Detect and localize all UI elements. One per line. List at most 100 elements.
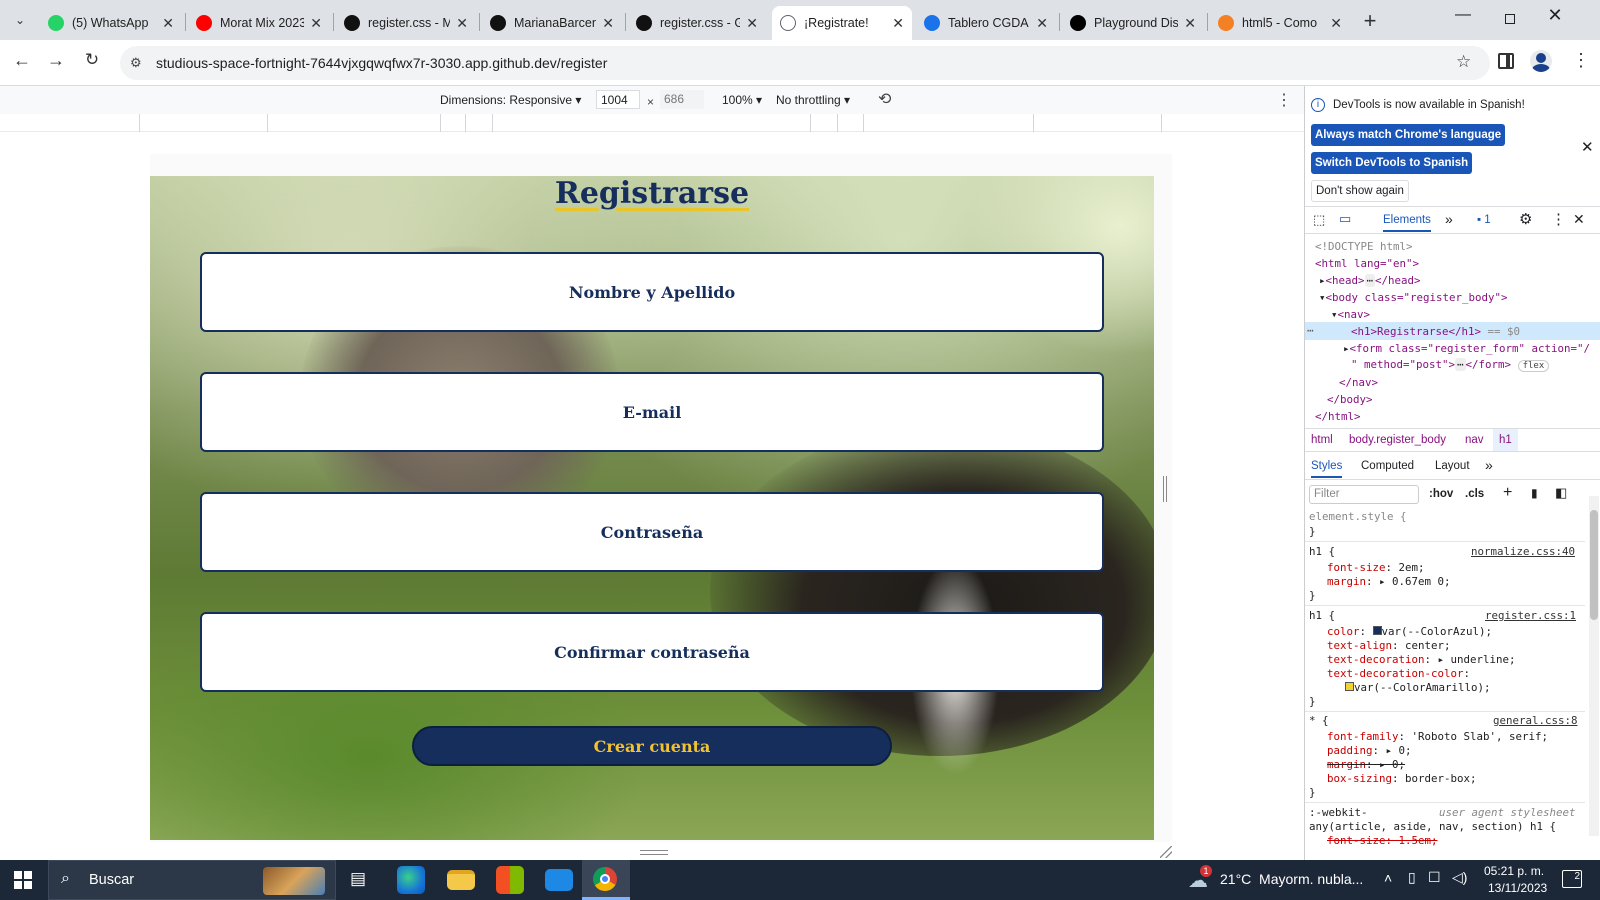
inspect-element-icon[interactable]: ⬚ [1313, 212, 1325, 228]
dom-node-html[interactable]: <html lang="en"> [1315, 257, 1419, 270]
rule3-selector[interactable]: * { [1309, 714, 1329, 727]
resize-handle-right[interactable] [1163, 476, 1167, 502]
dom-node-nav-close[interactable]: </nav> [1339, 376, 1378, 389]
dont-show-again-button[interactable]: Don't show again [1311, 180, 1409, 202]
rule4-selector-cont[interactable]: any(article, aside, nav, section) h1 { [1309, 820, 1556, 833]
browser-tab[interactable]: Tablero CGDA ✕ [916, 6, 1056, 40]
network-icon[interactable]: ☐ [1428, 869, 1441, 886]
back-button[interactable]: ← [10, 50, 34, 74]
dom-node-form[interactable]: ▸<form class="register_form" action="/ [1343, 342, 1590, 355]
close-tab-icon[interactable]: ✕ [162, 15, 174, 32]
more-tabs-icon[interactable]: » [1445, 211, 1453, 227]
browser-tab[interactable]: MarianaBarcen ✕ [482, 6, 622, 40]
breadcrumb-nav[interactable]: nav [1465, 434, 1484, 446]
width-input[interactable]: 1004 [596, 90, 640, 109]
address-bar[interactable]: ⚙ studious-space-fortnight-7644vjxgqwqfw… [120, 46, 1490, 80]
close-tab-icon[interactable]: ✕ [892, 15, 904, 32]
new-tab-button[interactable]: + [1356, 7, 1384, 35]
close-tab-icon[interactable]: ✕ [602, 15, 614, 32]
height-input[interactable]: 686 [660, 90, 704, 109]
new-style-rule-icon[interactable]: + [1503, 484, 1512, 502]
browser-tab[interactable]: Playground Dis ✕ [1062, 6, 1204, 40]
browser-tab[interactable]: Morat Mix 2023 ✕ [188, 6, 330, 40]
create-account-button[interactable]: Crear cuenta [412, 726, 892, 766]
weather-text[interactable]: 21°C Mayorm. nubla... [1220, 871, 1363, 887]
switch-spanish-button[interactable]: Switch DevTools to Spanish [1311, 152, 1473, 174]
close-tab-icon[interactable]: ✕ [1036, 15, 1048, 32]
mail-icon[interactable] [545, 869, 573, 891]
device-mode-icon[interactable]: ▭ [1339, 211, 1351, 227]
issues-badge[interactable]: ▪ 1 [1477, 214, 1491, 226]
media-query-ruler[interactable] [0, 114, 1304, 132]
match-language-button[interactable]: Always match Chrome's language [1311, 124, 1506, 146]
element-style-rule[interactable]: element.style { [1309, 510, 1407, 523]
close-tab-icon[interactable]: ✕ [1330, 15, 1342, 32]
resize-handle-bottom[interactable] [640, 850, 668, 855]
minimize-button[interactable]: — [1448, 6, 1478, 34]
resize-handle-corner[interactable] [1160, 846, 1172, 858]
forward-button[interactable]: → [44, 50, 68, 74]
sidebar-toggle-icon[interactable]: ◧ [1555, 485, 1567, 501]
start-button[interactable] [14, 871, 32, 889]
browser-tab[interactable]: register.css - M ✕ [336, 6, 476, 40]
restore-button[interactable] [1495, 8, 1525, 32]
styles-scrollbar[interactable] [1589, 496, 1599, 836]
close-tab-icon[interactable]: ✕ [310, 15, 322, 32]
close-tab-icon[interactable]: ✕ [456, 15, 468, 32]
color-swatch-amarillo[interactable] [1345, 682, 1354, 691]
settings-gear-icon[interactable]: ⚙ [1519, 210, 1532, 228]
tab-layout[interactable]: Layout [1435, 460, 1470, 472]
taskbar-search[interactable]: ⌕ Buscar [48, 860, 336, 900]
tray-chevron-icon[interactable]: ˄ [1384, 870, 1392, 886]
dom-node-body[interactable]: ▾<body class="register_body"> [1319, 291, 1508, 304]
close-banner-icon[interactable]: ✕ [1581, 138, 1594, 156]
rule1-selector[interactable]: h1 { [1309, 545, 1335, 558]
browser-tab[interactable]: (5) WhatsApp ✕ [40, 6, 182, 40]
flex-badge[interactable]: flex [1517, 360, 1550, 372]
browser-tab[interactable]: ¡Registrate! ✕ [772, 6, 912, 40]
clock-time[interactable]: 05:21 p. m. [1484, 864, 1544, 878]
cls-toggle[interactable]: .cls [1465, 488, 1484, 500]
reload-button[interactable]: ↻ [80, 50, 104, 74]
dom-node-html-close[interactable]: </html> [1315, 410, 1361, 423]
browser-tab[interactable]: register.css - G ✕ [628, 6, 766, 40]
rule4-selector[interactable]: :-webkit- [1309, 806, 1368, 819]
password-field[interactable]: Contraseña [200, 492, 1104, 572]
tray-device-icon[interactable]: ▯ [1408, 869, 1416, 886]
rotate-icon[interactable]: ⟲ [878, 89, 891, 109]
notifications-button[interactable]: 2 [1562, 870, 1582, 888]
clock-date[interactable]: 13/11/2023 [1488, 881, 1547, 895]
breadcrumb-body[interactable]: body.register_body [1349, 434, 1446, 446]
dom-node-h1[interactable]: <h1>Registrarse</h1> == $0 [1351, 325, 1520, 338]
rule1-source-link[interactable]: normalize.css:40 [1471, 545, 1575, 558]
volume-icon[interactable]: ◁) [1452, 869, 1467, 886]
dom-node-doctype[interactable]: <!DOCTYPE html> [1315, 240, 1413, 253]
styles-filter-input[interactable]: Filter [1309, 485, 1419, 504]
bookmark-star-icon[interactable]: ☆ [1456, 52, 1471, 72]
tab-styles[interactable]: Styles [1311, 460, 1343, 478]
breadcrumb-h1[interactable]: h1 [1493, 429, 1518, 451]
file-explorer-icon[interactable] [447, 870, 475, 890]
rule2-source-link[interactable]: register.css:1 [1485, 609, 1576, 622]
color-swatch-azul[interactable] [1372, 626, 1382, 635]
site-info-icon[interactable]: ⚙ [130, 55, 142, 71]
paint-brush-icon[interactable]: ▮ [1531, 486, 1538, 500]
name-field[interactable]: Nombre y Apellido [200, 252, 1104, 332]
tab-computed[interactable]: Computed [1361, 460, 1414, 472]
profile-avatar[interactable] [1530, 50, 1552, 72]
tab-search-button[interactable]: ⌄ [8, 8, 32, 32]
side-panel-button[interactable] [1498, 53, 1514, 69]
close-devtools-icon[interactable]: ✕ [1573, 211, 1585, 228]
more-subtabs-icon[interactable]: » [1485, 457, 1493, 473]
task-view-icon[interactable]: ▤ [350, 869, 366, 889]
edge-icon[interactable] [397, 866, 425, 894]
devtools-menu-icon[interactable]: ⋮ [1551, 210, 1566, 228]
close-window-button[interactable]: ✕ [1540, 5, 1570, 33]
dom-node-body-close[interactable]: </body> [1327, 393, 1373, 406]
zoom-dropdown[interactable]: 100% ▾ [722, 93, 762, 107]
microsoft-store-icon[interactable] [496, 866, 524, 894]
dom-node-nav[interactable]: ▾<nav> [1331, 308, 1370, 321]
chrome-taskbar-button[interactable] [582, 860, 630, 900]
breadcrumb-html[interactable]: html [1311, 434, 1333, 446]
browser-tab[interactable]: html5 - Como ✕ [1210, 6, 1350, 40]
